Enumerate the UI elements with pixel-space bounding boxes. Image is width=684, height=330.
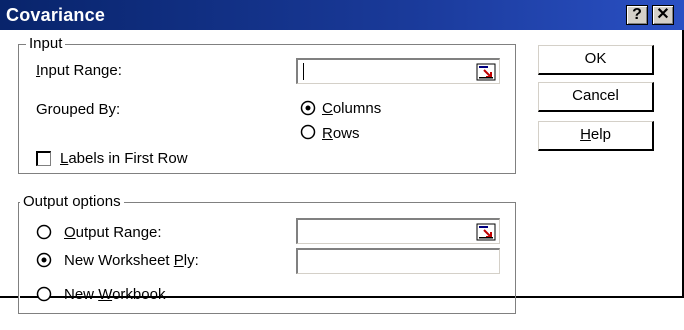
output-range-label[interactable]: Output Range: — [64, 224, 162, 241]
help-title-button[interactable]: ? — [626, 5, 648, 25]
grouped-by-label: Grouped By: — [36, 101, 121, 118]
close-button[interactable]: ✕ — [652, 5, 674, 25]
output-range-field[interactable] — [296, 218, 500, 244]
title-bar[interactable]: Covariance ? ✕ — [0, 0, 684, 30]
ok-button[interactable]: OK — [538, 45, 654, 75]
input-range-label: Input Range: — [36, 62, 122, 79]
radio-columns[interactable] — [300, 100, 316, 116]
columns-label[interactable]: Columns — [322, 100, 381, 117]
output-group-label: Output options — [20, 193, 124, 210]
window-title: Covariance — [6, 5, 106, 25]
dialog-body: Input Input Range: Grouped By: Columns R… — [0, 30, 682, 314]
radio-rows[interactable] — [300, 124, 316, 140]
input-range-field[interactable] — [296, 58, 500, 84]
help-button[interactable]: Help — [538, 121, 654, 151]
covariance-dialog: Covariance ? ✕ Input Input Range: Groupe… — [0, 0, 684, 314]
radio-output-range[interactable] — [36, 224, 52, 240]
radio-new-workbook[interactable] — [36, 286, 52, 302]
input-group-label: Input — [26, 35, 66, 52]
new-worksheet-label[interactable]: New Worksheet Ply: — [64, 252, 199, 269]
text-caret — [303, 63, 304, 80]
labels-first-row-label[interactable]: Labels in First Row — [60, 150, 188, 167]
range-selector-icon[interactable] — [476, 63, 496, 81]
new-worksheet-field[interactable] — [296, 248, 500, 274]
range-selector-icon[interactable] — [476, 223, 496, 241]
labels-first-row-checkbox[interactable] — [36, 151, 51, 166]
rows-label[interactable]: Rows — [322, 125, 360, 142]
new-workbook-label[interactable]: New Workbook — [64, 286, 165, 303]
cancel-button[interactable]: Cancel — [538, 82, 654, 112]
radio-new-worksheet[interactable] — [36, 252, 52, 268]
